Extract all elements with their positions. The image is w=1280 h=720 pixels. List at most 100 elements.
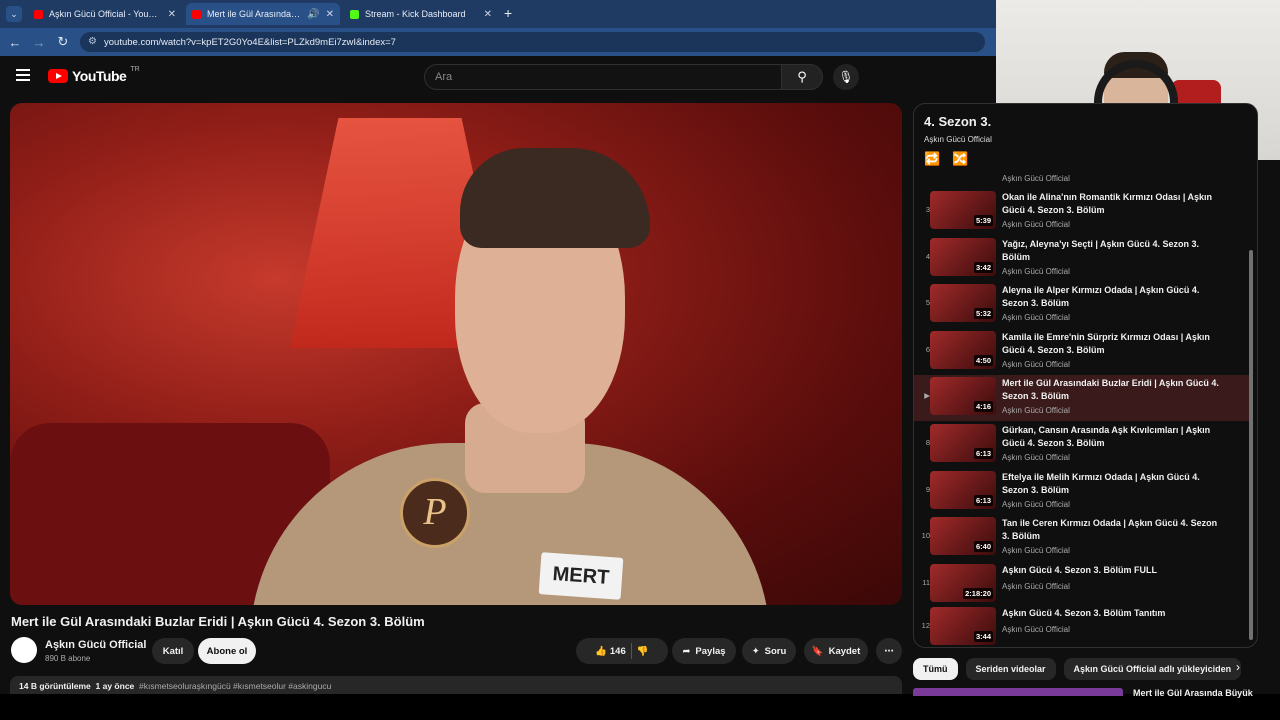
playlist-item[interactable]: 10 6:40 Tan ile Ceren Kırmızı Odada | Aşkı… [914,515,1250,561]
playlist-item-thumbnail[interactable]: 3:42 [930,238,996,276]
playlist-item-thumbnail[interactable]: 5:32 [930,284,996,322]
duration-badge: 3:42 [973,262,993,273]
playlist-item-thumbnail[interactable]: 6:13 [930,471,996,509]
chevron-right-icon[interactable]: › [1236,660,1240,674]
playlist-item-thumbnail[interactable]: 6:13 [930,424,996,462]
playlist-item-thumbnail[interactable]: 3:44 [930,607,996,645]
tab-list-dropdown-button[interactable]: ⌄ [6,6,22,22]
playlist-item-channel: Aşkın Gücü Official [1002,625,1070,634]
playlist-item-thumbnail[interactable]: 5:39 [930,191,996,229]
playlist-title[interactable]: 4. Sezon 3. [924,114,991,129]
like-button[interactable]: 👍 146 [595,646,625,657]
tab-title: Aşkın Gücü Official - YouTube [49,9,162,19]
playlist-item-title[interactable]: Yağız, Aleyna'yı Seçti | Aşkın Gücü 4. S… [1002,238,1222,264]
bottom-band [0,694,1280,720]
close-tab-icon[interactable]: ✕ [168,9,176,20]
hashtags[interactable]: #kısmetseoluraşkıngücü #kısmetseolur #as… [139,681,331,691]
channel-avatar[interactable] [11,637,37,663]
playlist-item[interactable]: 8 6:13 Gürkan, Cansın Arasında Aşk Kıvılcı… [914,422,1250,468]
playlist-item-title[interactable]: Okan ile Alina'nın Romantik Kırmızı Odas… [1002,191,1222,217]
voice-search-button[interactable]: 🎙 [833,64,859,90]
ask-button[interactable]: ✦ Soru [742,638,796,664]
dislike-button[interactable]: 👎 [637,646,649,657]
close-tab-icon[interactable]: ✕ [484,9,492,20]
video-title: Mert ile Gül Arasındaki Buzlar Eridi | A… [11,614,425,629]
playlist-item-index: ▶ [924,391,930,400]
reload-icon[interactable]: ↻ [51,34,75,50]
chip-uploader[interactable]: Aşkın Gücü Official adlı yükleyiciden [1063,658,1242,680]
playlist-item-title[interactable]: Aşkın Gücü 4. Sezon 3. Bölüm Tanıtım [1002,607,1222,620]
url-text: youtube.com/watch?v=kpET2G0Yo4E&list=PLZ… [104,36,396,48]
playlist-item[interactable]: ▶ 4:16 Mert ile Gül Arasındaki Buzlar Erid… [914,375,1250,421]
loop-icon[interactable]: 🔁 [924,151,940,167]
playlist-item-thumbnail[interactable]: 4:50 [930,331,996,369]
speaker-icon[interactable]: 🔊 [307,9,319,20]
browser-tab-2[interactable]: Mert ile Gül Arasındaki Buzl 🔊 ✕ [186,3,340,25]
channel-name[interactable]: Aşkın Gücü Official [45,639,146,651]
search-icon: ⚲ [797,69,807,84]
country-code: TR [130,65,140,73]
playlist-item[interactable]: 5 5:32 Aleyna ile Alper Kırmızı Odada | Aş… [914,282,1250,328]
playlist-item-index: 8 [925,438,930,447]
browser-tab-1[interactable]: Aşkın Gücü Official - YouTube ✕ [28,3,182,25]
close-tab-icon[interactable]: ✕ [326,9,334,20]
playlist-item-channel: Aşkın Gücü Official [1002,406,1070,415]
playlist-item-title[interactable]: Aleyna ile Alper Kırmızı Odada | Aşkın G… [1002,284,1222,310]
playlist-item-title[interactable]: Aşkın Gücü 4. Sezon 3. Bölüm FULL [1002,564,1222,577]
sparkle-icon: ✦ [751,645,760,657]
thumbs-down-icon: 👎 [636,645,649,657]
chip-all[interactable]: Tümü [913,658,958,680]
playlist-item-index: 12 [921,621,930,630]
search-button[interactable]: ⚲ [781,64,823,90]
playlist-item[interactable]: 11 2:18:20 Aşkın Gücü 4. Sezon 3. Bölüm FU… [914,562,1250,608]
playlist-item-thumbnail[interactable]: 6:40 [930,517,996,555]
video-player[interactable]: P MERT [10,103,902,605]
recommendation-title[interactable]: Mert ile Gül Arasında Büyük [1133,688,1253,698]
playlist-item-thumbnail[interactable]: 2:18:20 [930,564,996,602]
chip-series[interactable]: Seriden videolar [965,658,1056,680]
share-arrow-icon: ➦ [682,645,691,657]
show-logo-badge: P [400,478,470,548]
new-tab-button[interactable]: + [504,5,512,21]
playlist-item-title[interactable]: Kamila ile Emre'nin Sürpriz Kırmızı Odas… [1002,331,1222,357]
more-actions-button[interactable]: ⋯ [876,638,902,664]
playlist-owner[interactable]: Aşkın Gücü Official [924,135,992,144]
share-button[interactable]: ➦ Paylaş [672,638,736,664]
playlist-item-title[interactable]: Mert ile Gül Arasındaki Buzlar Eridi | A… [1002,377,1222,403]
forward-arrow-icon[interactable]: → [27,35,51,50]
back-arrow-icon[interactable]: ← [3,35,27,50]
playlist-item-title[interactable]: Eftelya ile Melih Kırmızı Odada | Aşkın … [1002,471,1222,497]
playlist-item-channel: Aşkın Gücü Official [1002,220,1070,229]
playlist-item[interactable]: 12 3:44 Aşkın Gücü 4. Sezon 3. Bölüm Tanıt… [914,605,1250,647]
save-label: Kaydet [828,645,861,657]
playlist-item-title[interactable]: Tan ile Ceren Kırmızı Odada | Aşkın Gücü… [1002,517,1222,543]
subscribe-button[interactable]: Abone ol [198,638,256,664]
playlist-item-channel: Aşkın Gücü Official [1002,313,1070,322]
browser-tab-3[interactable]: Stream - Kick Dashboard ✕ [344,3,498,25]
tab-title: Stream - Kick Dashboard [365,9,466,19]
playlist-item[interactable]: 9 6:13 Eftelya ile Melih Kırmızı Odada | A… [914,469,1250,515]
playlist-item-thumbnail[interactable]: 4:16 [930,377,996,415]
address-bar-input[interactable]: ⚙ youtube.com/watch?v=kpET2G0Yo4E&list=P… [80,32,985,52]
menu-icon[interactable] [16,69,30,81]
kick-favicon-icon [350,9,359,19]
playlist-item[interactable]: 3 5:39 Okan ile Alina'nın Romantik Kırmızı… [914,189,1250,235]
like-count: 146 [609,645,626,657]
recommendation-thumbnail[interactable] [913,688,1123,696]
search-input[interactable]: Ara [424,64,782,90]
youtube-logo[interactable]: YouTube TR [48,65,140,84]
playlist-item[interactable]: 4 3:42 Yağız, Aleyna'yı Seçti | Aşkın Gücü… [914,236,1250,282]
site-info-icon[interactable]: ⚙ [88,36,97,47]
save-button[interactable]: 🔖 Kaydet [804,638,868,664]
shuffle-icon[interactable]: 🔀 [952,151,968,167]
playlist-scrollbar[interactable] [1249,250,1253,640]
playlist-item-title[interactable]: Gürkan, Cansın Arasında Aşk Kıvılcımları… [1002,424,1222,450]
playlist-item[interactable]: 6 4:50 Kamila ile Emre'nin Sürpriz Kırmızı… [914,329,1250,375]
join-button[interactable]: Katıl [152,638,194,664]
playlist-panel: 4. Sezon 3. Aşkın Gücü Official 🔁 🔀 Aşkı… [913,103,1258,648]
youtube-play-icon [48,69,68,83]
logo-text: YouTube [72,68,127,84]
playlist-item-index: 5 [925,298,930,307]
youtube-header: YouTube TR Ara ⚲ 🎙 [0,56,996,98]
description-box[interactable]: 14 B görüntüleme 1 ay önce #kısmetseolur… [10,676,902,694]
